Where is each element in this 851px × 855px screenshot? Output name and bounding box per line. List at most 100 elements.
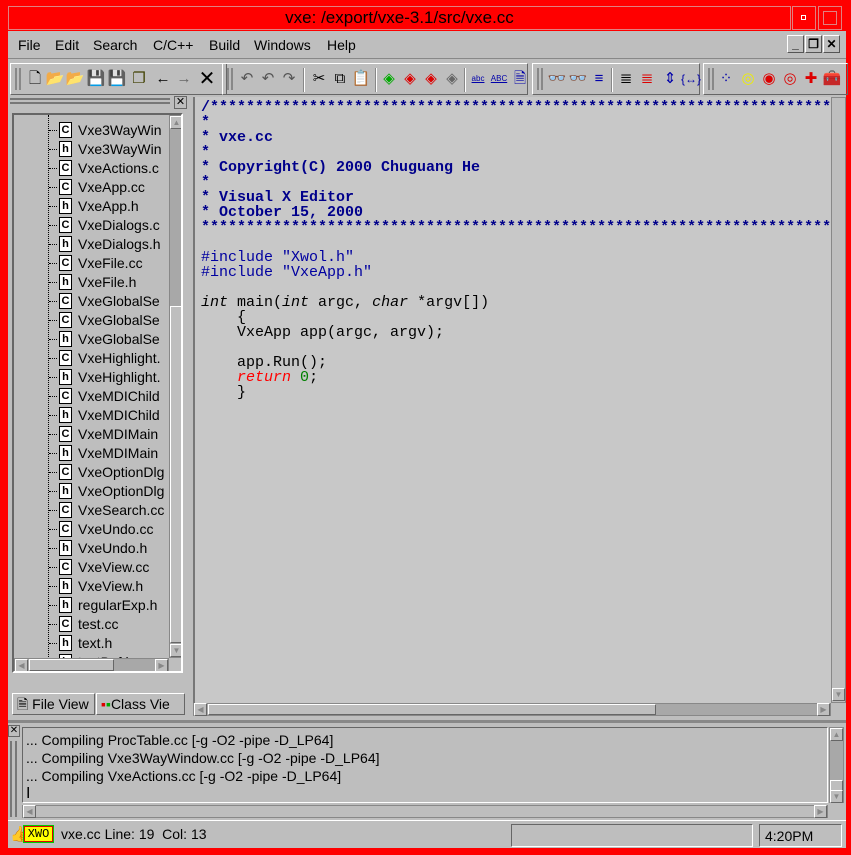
new-file-icon[interactable]: 🗋 [25, 69, 45, 89]
tree-item[interactable]: C VxeHighlight. [14, 349, 174, 368]
close-icon[interactable]: ✕ [197, 69, 217, 89]
toolbar-grip[interactable] [537, 68, 543, 90]
tree-item[interactable]: C VxeMDIChild [14, 387, 174, 406]
output-horizontal-scrollbar[interactable]: ◀ ▶ [22, 805, 828, 818]
tree-vertical-scrollbar[interactable]: ▲ ▼ [169, 115, 181, 658]
menu-search[interactable]: Search [93, 37, 137, 53]
tree-item[interactable]: h VxeFile.h [14, 273, 174, 292]
tree-item[interactable]: h VxeDialogs.h [14, 235, 174, 254]
output-grip[interactable] [10, 741, 17, 817]
build-output[interactable]: ... Compiling ProcTable.cc [-g -O2 -pipe… [22, 727, 828, 803]
tree-horizontal-scrollbar[interactable]: ◀ ▶ [14, 658, 169, 671]
tree-item[interactable]: C VxeSearch.cc [14, 501, 174, 520]
bookmark-next-icon[interactable]: ◈ [442, 69, 462, 89]
clean-icon[interactable]: ⁘ [716, 69, 736, 89]
build-icon[interactable]: ◉ [759, 69, 779, 89]
scroll-thumb[interactable] [170, 306, 181, 643]
mdi-minimize-button[interactable]: _ [787, 35, 804, 53]
tree-item[interactable]: C VxeOptionDlg [14, 463, 174, 482]
menu-file[interactable]: File [18, 37, 41, 53]
scroll-up-button[interactable]: ▲ [170, 116, 181, 129]
tree-item[interactable]: h Vxe3WayWin [14, 140, 174, 159]
save-icon[interactable]: 💾 [86, 69, 106, 89]
editor-horizontal-scrollbar[interactable]: ◀ ▶ [193, 703, 831, 716]
maximize-button[interactable] [818, 6, 842, 30]
toolbar-grip[interactable] [227, 68, 233, 90]
tree-item[interactable]: C VxeGlobalSe [14, 311, 174, 330]
bookmark-green-icon[interactable]: ◈ [379, 69, 399, 89]
back-icon[interactable]: ← [153, 69, 173, 89]
menu-help[interactable]: Help [327, 37, 356, 53]
rebuild-icon[interactable]: ◎ [780, 69, 800, 89]
menu-windows[interactable]: Windows [254, 37, 311, 53]
tree-item[interactable]: C Vxe3WayWin [14, 121, 174, 140]
scroll-right-button[interactable]: ▶ [155, 659, 168, 671]
debug-icon[interactable]: 🧰 [822, 69, 842, 89]
redo-icon[interactable]: ↷ [279, 69, 299, 89]
scroll-thumb[interactable] [208, 704, 656, 715]
compile-icon[interactable]: ◎ [738, 69, 758, 89]
cut-icon[interactable]: ✂ [309, 69, 329, 89]
menu-edit[interactable]: Edit [55, 37, 79, 53]
indent-icon[interactable]: ⇕ [660, 69, 680, 89]
scroll-right-button[interactable]: ▶ [814, 805, 827, 818]
forward-icon[interactable]: → [174, 69, 194, 89]
undo-all-icon[interactable]: ↶ [258, 69, 278, 89]
replace-icon[interactable]: ≡ [589, 69, 609, 89]
tree-item[interactable]: h VxeUndo.h [14, 539, 174, 558]
copy-icon[interactable]: ⧉ [330, 69, 350, 89]
scroll-down-button[interactable]: ▼ [832, 688, 845, 701]
tab-file-view[interactable]: 🗎 File View [12, 693, 95, 715]
undo-icon[interactable]: ↶ [237, 69, 257, 89]
panel-grip[interactable] [10, 98, 170, 104]
output-close-button[interactable]: ✕ [8, 725, 20, 737]
tab-class-view[interactable]: ▪▪Class Vie [96, 693, 185, 715]
line-numbers-icon[interactable]: ≣ [637, 69, 657, 89]
window-menu-button[interactable] [792, 6, 816, 30]
tree-item[interactable]: h VxeOptionDlg [14, 482, 174, 501]
menu-build[interactable]: Build [209, 37, 240, 53]
lowercase-icon[interactable]: abc [468, 69, 488, 89]
tree-item[interactable]: Ctest.cc [14, 615, 174, 634]
tree-item[interactable]: h regularExp.h [14, 596, 174, 615]
scroll-left-button[interactable]: ◀ [15, 659, 28, 671]
code-text[interactable]: /***************************************… [201, 100, 831, 400]
tree-item[interactable]: C VxeGlobalSe [14, 292, 174, 311]
tree-item[interactable]: h text.h [14, 634, 174, 653]
open-icon[interactable]: 📂 [45, 69, 65, 89]
tree-item[interactable]: C VxeApp.cc [14, 178, 174, 197]
toolbar-grip[interactable] [15, 68, 21, 90]
scroll-down-button[interactable]: ▼ [170, 644, 181, 657]
scroll-down-button[interactable]: ▼ [830, 790, 843, 803]
output-vertical-scrollbar[interactable]: ▲ ▼ [829, 727, 844, 803]
run-icon[interactable]: ✚ [801, 69, 821, 89]
scroll-up-button[interactable]: ▲ [830, 728, 843, 741]
scroll-thumb[interactable] [29, 659, 114, 671]
match-brace-icon[interactable]: {↔} [681, 69, 701, 89]
tree-item[interactable]: h VxeGlobalSe [14, 330, 174, 349]
tree-item[interactable]: C VxeUndo.cc [14, 520, 174, 539]
menu-cpp[interactable]: C/C++ [153, 37, 193, 53]
tree-item[interactable]: h VxeMDIMain [14, 444, 174, 463]
tree-item[interactable]: h VxeHighlight. [14, 368, 174, 387]
tree-item[interactable]: C VxeView.cc [14, 558, 174, 577]
format-icon[interactable]: 🗎 [510, 69, 530, 89]
tree-item[interactable]: h VxeView.h [14, 577, 174, 596]
scroll-right-button[interactable]: ▶ [817, 703, 830, 716]
bookmark-clear-icon[interactable]: ◈ [421, 69, 441, 89]
uppercase-icon[interactable]: ABC [489, 69, 509, 89]
tree-item[interactable]: h VxeApp.h [14, 197, 174, 216]
tree-item[interactable]: h VxeMDIChild [14, 406, 174, 425]
tree-item[interactable]: C VxeDialogs.c [14, 216, 174, 235]
mdi-close-button[interactable]: ✕ [823, 35, 840, 53]
tree-item[interactable]: C VxeActions.c [14, 159, 174, 178]
find-icon[interactable]: 👓 [547, 69, 567, 89]
find-next-icon[interactable]: 👓 [568, 69, 588, 89]
tree-item[interactable]: C VxeMDIMain [14, 425, 174, 444]
scroll-left-button[interactable]: ◀ [194, 703, 207, 716]
save-as-icon[interactable]: 💾 [107, 69, 127, 89]
paste-icon[interactable]: 📋 [351, 69, 371, 89]
open-recent-icon[interactable]: 📂 [65, 69, 85, 89]
save-all-icon[interactable]: ❐ [129, 69, 149, 89]
toolbar-grip[interactable] [708, 68, 714, 90]
